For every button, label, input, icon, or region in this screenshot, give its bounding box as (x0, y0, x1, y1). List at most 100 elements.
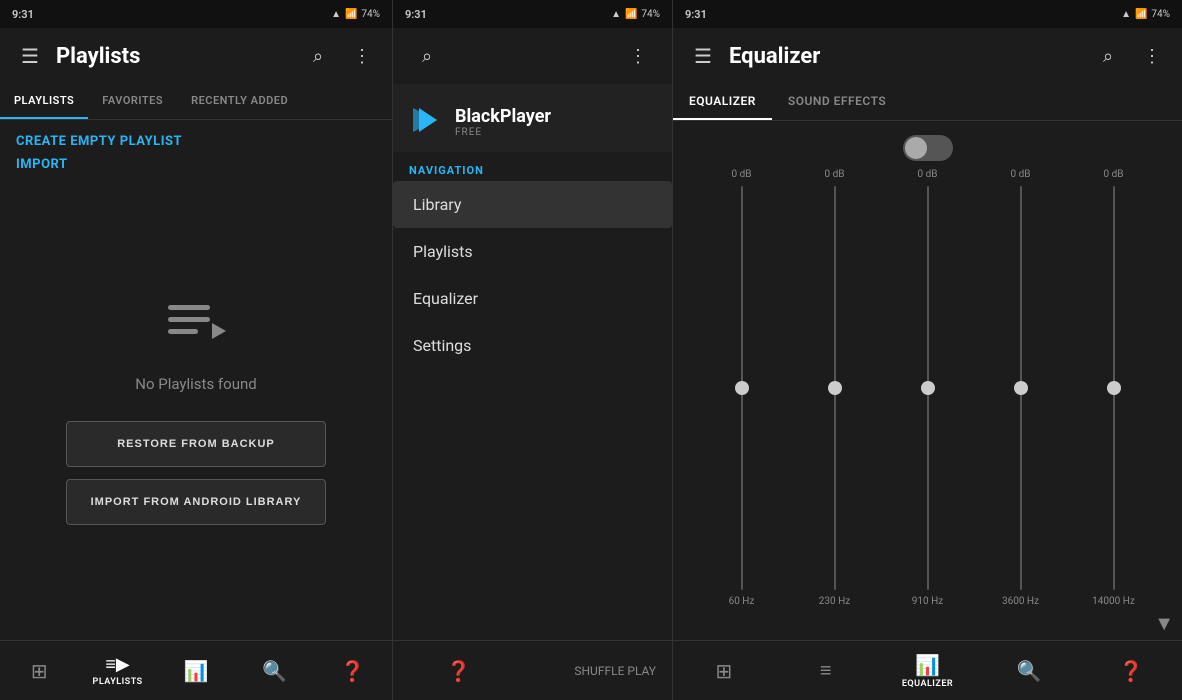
eq-bands: 0 dB 60 Hz 0 dB 230 Hz 0 dB 9 (689, 169, 1166, 607)
nav-item-playlists[interactable]: ≡▶ PLAYLISTS (78, 654, 156, 687)
eq-toggle[interactable] (903, 135, 953, 161)
menu-button[interactable]: ☰ (12, 38, 48, 74)
drawer-item-library[interactable]: Library (393, 181, 672, 228)
restore-backup-button[interactable]: RESTORE FROM BACKUP (66, 421, 326, 467)
eq-track-2 (834, 186, 836, 590)
nav-item-library[interactable]: ⊞ (0, 659, 78, 683)
more-button-3[interactable]: ⋮ (1134, 38, 1170, 74)
eq-band-3600hz: 0 dB 3600 Hz (976, 169, 1065, 607)
drawer-logo-text: BlackPlayer FREE (455, 106, 551, 138)
playlist-empty-icon (160, 287, 232, 359)
import-android-button[interactable]: IMPORT FROM ANDROID LIBRARY (66, 479, 326, 525)
eq-band-60hz: 0 dB 60 Hz (697, 169, 786, 607)
library-nav-icon: ⊞ (31, 659, 48, 683)
status-bar-1: 9:31 ▲ 📶 74% (0, 0, 392, 28)
help-nav-icon-1: ❓ (340, 659, 365, 683)
eq-db-label-3: 0 dB (918, 169, 938, 180)
create-playlist-link[interactable]: CREATE EMPTY PLAYLIST (16, 134, 376, 149)
nav-item-library-3[interactable]: ⊞ (673, 659, 775, 683)
nav-item-equalizer-1[interactable]: 📊 (157, 659, 235, 683)
toggle-knob (905, 137, 927, 159)
eq-knob-4[interactable] (1014, 381, 1028, 395)
search-button-3[interactable]: ⌕ (1090, 38, 1126, 74)
eq-db-label-1: 0 dB (732, 169, 752, 180)
playlist-content: No Playlists found RESTORE FROM BACKUP I… (0, 184, 392, 640)
toolbar-1: ☰ Playlists ⌕ ⋮ (0, 28, 392, 84)
equalizer-nav-icon-1: 📊 (184, 659, 209, 683)
drawer-toolbar: ⌕ ⋮ (393, 28, 672, 84)
eq-track-4 (1020, 186, 1022, 590)
nav-item-help-2[interactable]: ❓ (393, 659, 525, 683)
status-icons-3: ▲ 📶 74% (1121, 9, 1170, 20)
page-title-3: Equalizer (729, 44, 1082, 69)
tab-playlists[interactable]: PLAYLISTS (0, 84, 88, 119)
wifi-icon-2: 📶 (625, 9, 637, 20)
wifi-icon-3: 📶 (1135, 9, 1147, 20)
eq-track-3 (927, 186, 929, 590)
more-button-1[interactable]: ⋮ (344, 38, 380, 74)
signal-icon-2: ▲ (611, 9, 621, 20)
drawer-item-playlists[interactable]: Playlists (393, 228, 672, 275)
signal-icon: ▲ (331, 9, 341, 20)
eq-knob-1[interactable] (735, 381, 749, 395)
status-bar-3: 9:31 ▲ 📶 74% (673, 0, 1182, 28)
equalizer-nav-icon-3: 📊 (915, 653, 940, 677)
tab-favorites[interactable]: FAVORITES (88, 84, 177, 119)
shuffle-play-label: SHUFFLE PLAY (525, 664, 673, 678)
page-title-1: Playlists (56, 44, 292, 69)
tab-equalizer[interactable]: EQUALIZER (673, 84, 772, 120)
battery-icon-2: 74% (641, 9, 660, 20)
eq-track-5 (1113, 186, 1115, 590)
drawer-logo: BlackPlayer FREE (409, 104, 656, 140)
playlist-actions: CREATE EMPTY PLAYLIST IMPORT (0, 120, 392, 184)
equalizer-panel: 9:31 ▲ 📶 74% ☰ Equalizer ⌕ ⋮ EQUALIZER S… (673, 0, 1182, 700)
search-button-2[interactable]: ⌕ (409, 38, 445, 74)
tab-sound-effects[interactable]: SOUND EFFECTS (772, 84, 902, 120)
no-playlists-text: No Playlists found (135, 375, 256, 393)
eq-knob-2[interactable] (828, 381, 842, 395)
bottom-nav-2: ❓ SHUFFLE PLAY (393, 640, 672, 700)
tab-recently-added[interactable]: RECENTLY ADDED (177, 84, 302, 119)
nav-item-help-3[interactable]: ❓ (1080, 659, 1182, 683)
drawer-header: BlackPlayer FREE (393, 84, 672, 152)
wifi-icon: 📶 (345, 9, 357, 20)
playlists-nav-icon: ≡▶ (105, 654, 129, 675)
menu-button-3[interactable]: ☰ (685, 38, 721, 74)
battery-icon-3: 74% (1151, 9, 1170, 20)
eq-hz-label-1: 60 Hz (729, 596, 755, 607)
bottom-nav-3: ⊞ ≡ 📊 EQUALIZER 🔍 ❓ (673, 640, 1182, 700)
help-nav-icon-2: ❓ (446, 659, 471, 683)
status-icons-1: ▲ 📶 74% (331, 9, 380, 20)
eq-hz-label-3: 910 Hz (912, 596, 943, 607)
eq-hz-label-4: 3600 Hz (1002, 596, 1039, 607)
eq-toggle-row (673, 121, 1182, 169)
bottom-nav-1: ⊞ ≡▶ PLAYLISTS 📊 🔍 ❓ (0, 640, 392, 700)
eq-knob-5[interactable] (1107, 381, 1121, 395)
drawer-item-settings[interactable]: Settings (393, 322, 672, 369)
eq-knob-3[interactable] (921, 381, 935, 395)
eq-bottom-row: ▼ (673, 607, 1182, 640)
import-link[interactable]: IMPORT (16, 157, 376, 172)
search-nav-icon-3: 🔍 (1017, 659, 1042, 683)
time-2: 9:31 (405, 8, 427, 21)
nav-item-help-1[interactable]: ❓ (314, 659, 392, 683)
app-sub: FREE (455, 127, 551, 138)
nav-item-search-3[interactable]: 🔍 (978, 659, 1080, 683)
status-bar-2: 9:31 ▲ 📶 74% (393, 0, 672, 28)
toolbar-3: ☰ Equalizer ⌕ ⋮ (673, 28, 1182, 84)
nav-item-equalizer-3[interactable]: 📊 EQUALIZER (877, 653, 979, 689)
queue-nav-icon-3: ≡ (820, 658, 832, 683)
eq-down-arrow[interactable]: ▼ (1154, 611, 1174, 636)
drawer-item-equalizer[interactable]: Equalizer (393, 275, 672, 322)
eq-band-230hz: 0 dB 230 Hz (790, 169, 879, 607)
eq-db-label-4: 0 dB (1011, 169, 1031, 180)
nav-item-search-1[interactable]: 🔍 (235, 659, 313, 683)
app-name: BlackPlayer (455, 106, 551, 127)
nav-item-queue-3[interactable]: ≡ (775, 658, 877, 683)
more-button-2[interactable]: ⋮ (620, 38, 656, 74)
search-button-1[interactable]: ⌕ (300, 38, 336, 74)
search-nav-icon-1: 🔍 (262, 659, 287, 683)
eq-tabs: EQUALIZER SOUND EFFECTS (673, 84, 1182, 121)
eq-hz-label-2: 230 Hz (819, 596, 850, 607)
eq-band-14000hz: 0 dB 14000 Hz (1069, 169, 1158, 607)
